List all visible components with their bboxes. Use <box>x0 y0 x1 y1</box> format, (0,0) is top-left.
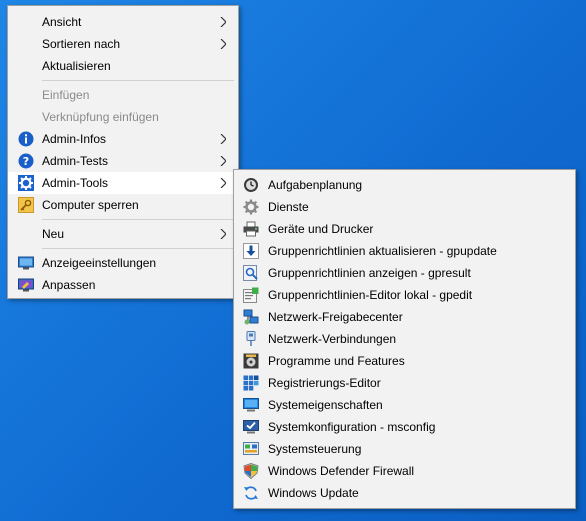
submenu-item-label: Programme und Features <box>268 354 405 368</box>
submenu-item-netzwerk-verbindungen[interactable]: Netzwerk-Verbindungen <box>234 328 575 350</box>
services-gear-icon <box>243 199 259 215</box>
desktop-context-menu: Ansicht Sortieren nach Aktualisieren Ein… <box>7 5 239 299</box>
submenu-item-label: Systemkonfiguration - msconfig <box>268 420 436 434</box>
chevron-right-icon <box>218 172 228 194</box>
menu-item-ansicht[interactable]: Ansicht <box>8 11 238 33</box>
menu-item-label: Anzeigeeinstellungen <box>42 256 157 270</box>
chevron-right-icon <box>218 11 228 33</box>
menu-item-admin-infos[interactable]: Admin-Infos <box>8 128 238 150</box>
download-arrow-icon <box>243 243 259 259</box>
submenu-item-label: Systemeigenschaften <box>268 398 383 412</box>
menu-item-label: Einfügen <box>42 88 90 102</box>
submenu-item-label: Netzwerk-Verbindungen <box>268 332 397 346</box>
menu-item-label: Aktualisieren <box>42 59 111 73</box>
chevron-right-icon <box>218 150 228 172</box>
programs-icon <box>243 353 259 369</box>
submenu-item-aufgabenplanung[interactable]: Aufgabenplanung <box>234 174 575 196</box>
submenu-item-gpedit[interactable]: Gruppenrichtlinien-Editor lokal - gpedit <box>234 284 575 306</box>
monitor-icon <box>243 397 259 413</box>
menu-item-label: Ansicht <box>42 15 82 29</box>
control-panel-icon <box>243 441 259 457</box>
info-icon <box>18 131 34 147</box>
submenu-item-label: Registrierungs-Editor <box>268 376 381 390</box>
menu-separator <box>42 248 234 249</box>
submenu-item-systemeigenschaften[interactable]: Systemeigenschaften <box>234 394 575 416</box>
submenu-item-windows-update[interactable]: Windows Update <box>234 482 575 504</box>
policy-view-icon <box>243 265 259 281</box>
submenu-item-netzwerk-freigabecenter[interactable]: Netzwerk-Freigabecenter <box>234 306 575 328</box>
submenu-item-gpresult[interactable]: Gruppenrichtlinien anzeigen - gpresult <box>234 262 575 284</box>
firewall-shield-icon <box>243 462 259 480</box>
update-arrows-icon <box>243 485 259 501</box>
menu-item-einfuegen: Einfügen <box>8 84 238 106</box>
chevron-right-icon <box>218 33 228 55</box>
gear-icon <box>18 175 34 191</box>
help-icon: ? <box>18 153 34 169</box>
submenu-item-label: Gruppenrichtlinien anzeigen - gpresult <box>268 266 471 280</box>
submenu-item-programme-und-features[interactable]: Programme und Features <box>234 350 575 372</box>
registry-icon <box>243 375 259 391</box>
svg-text:?: ? <box>23 155 29 168</box>
menu-item-admin-tests[interactable]: ? Admin-Tests <box>8 150 238 172</box>
printer-icon <box>243 221 259 237</box>
submenu-item-label: Windows Update <box>268 486 359 500</box>
submenu-item-msconfig[interactable]: Systemkonfiguration - msconfig <box>234 416 575 438</box>
network-center-icon <box>243 309 259 325</box>
submenu-item-label: Dienste <box>268 200 309 214</box>
submenu-item-label: Netzwerk-Freigabecenter <box>268 310 403 324</box>
menu-item-label: Admin-Infos <box>42 132 107 146</box>
submenu-item-geraete-und-drucker[interactable]: Geräte und Drucker <box>234 218 575 240</box>
submenu-item-label: Systemsteuerung <box>268 442 362 456</box>
menu-item-label: Verknüpfung einfügen <box>42 110 159 124</box>
submenu-item-label: Geräte und Drucker <box>268 222 374 236</box>
menu-item-sortieren-nach[interactable]: Sortieren nach <box>8 33 238 55</box>
menu-item-anpassen[interactable]: Anpassen <box>8 274 238 296</box>
menu-item-aktualisieren[interactable]: Aktualisieren <box>8 55 238 77</box>
submenu-item-label: Windows Defender Firewall <box>268 464 415 478</box>
submenu-item-label: Gruppenrichtlinien-Editor lokal - gpedit <box>268 288 473 302</box>
submenu-item-registrierungs-editor[interactable]: Registrierungs-Editor <box>234 372 575 394</box>
menu-item-label: Admin-Tests <box>42 154 109 168</box>
display-icon <box>18 255 34 271</box>
personalize-icon <box>18 277 34 293</box>
network-connections-icon <box>243 331 259 347</box>
admin-tools-submenu: Aufgabenplanung Dienste Geräte und Druck… <box>233 169 576 509</box>
menu-separator <box>42 80 234 81</box>
submenu-item-gpupdate[interactable]: Gruppenrichtlinien aktualisieren - gpupd… <box>234 240 575 262</box>
menu-item-label: Anpassen <box>42 278 96 292</box>
chevron-right-icon <box>218 128 228 150</box>
menu-item-computer-sperren[interactable]: Computer sperren <box>8 194 238 216</box>
menu-item-label: Computer sperren <box>42 198 139 212</box>
menu-item-neu[interactable]: Neu <box>8 223 238 245</box>
menu-item-label: Neu <box>42 227 65 241</box>
menu-item-label: Admin-Tools <box>42 176 109 190</box>
menu-separator <box>42 219 234 220</box>
clock-icon <box>243 177 259 193</box>
msconfig-icon <box>243 419 259 435</box>
chevron-right-icon <box>218 223 228 245</box>
menu-item-anzeigeeinstellungen[interactable]: Anzeigeeinstellungen <box>8 252 238 274</box>
submenu-item-windows-defender-firewall[interactable]: Windows Defender Firewall <box>234 460 575 482</box>
submenu-item-systemsteuerung[interactable]: Systemsteuerung <box>234 438 575 460</box>
submenu-item-label: Aufgabenplanung <box>268 178 363 192</box>
menu-item-admin-tools[interactable]: Admin-Tools <box>8 172 238 194</box>
menu-item-label: Sortieren nach <box>42 37 121 51</box>
menu-item-verknuepfung-einfuegen: Verknüpfung einfügen <box>8 106 238 128</box>
policy-editor-icon <box>243 287 259 303</box>
submenu-item-label: Gruppenrichtlinien aktualisieren - gpupd… <box>268 244 497 258</box>
key-icon <box>18 197 34 213</box>
submenu-item-dienste[interactable]: Dienste <box>234 196 575 218</box>
